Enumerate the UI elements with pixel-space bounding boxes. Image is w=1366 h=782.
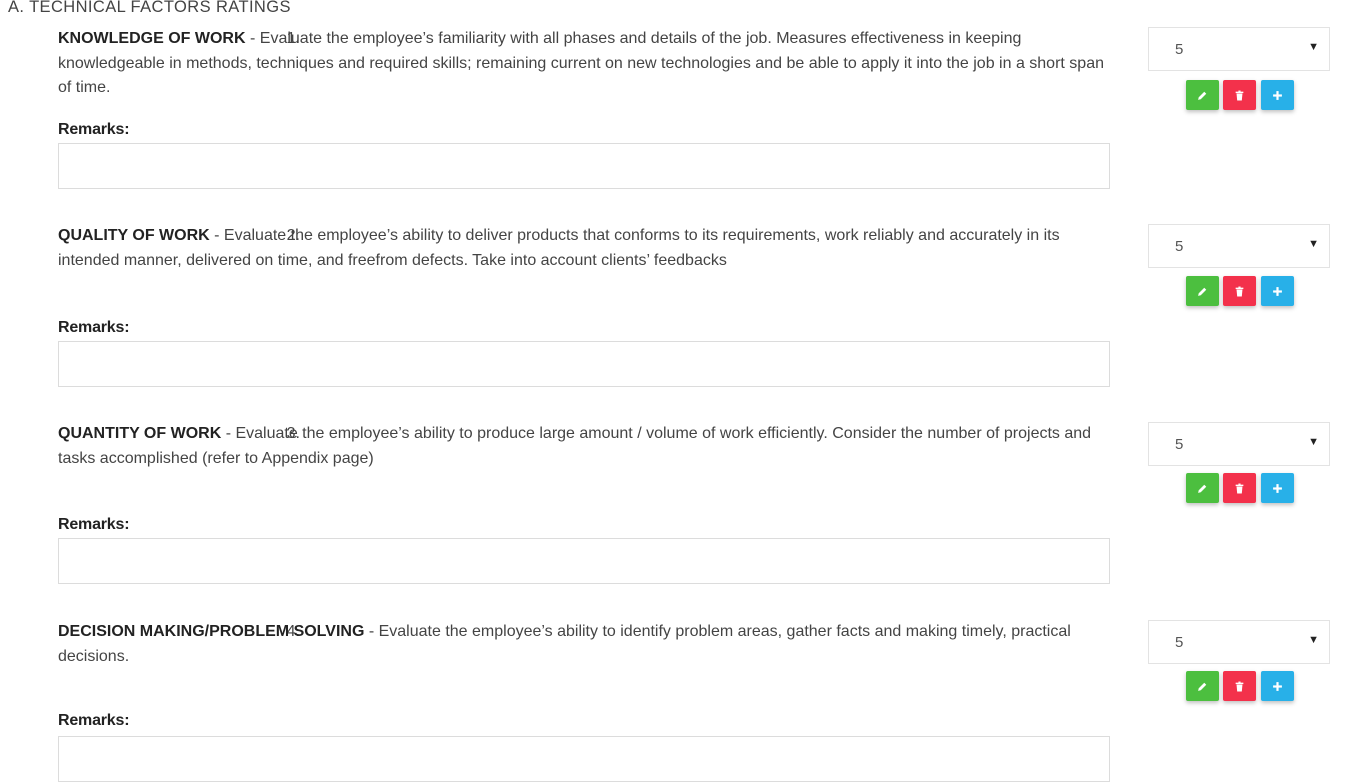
pencil-icon — [1198, 91, 1207, 100]
plus-icon — [1273, 90, 1282, 100]
item-description-block: KNOWLEDGE OF WORK - Evaluate the employe… — [58, 27, 1118, 101]
plus-icon — [1273, 483, 1282, 493]
item-description-block: QUALITY OF WORK - Evaluate the employee’… — [58, 224, 1118, 273]
item-title: DECISION MAKING/PROBLEM SOLVING — [58, 623, 365, 640]
trash-icon — [1235, 681, 1244, 691]
rating-select[interactable]: 5 ▼ — [1148, 224, 1330, 268]
rating-select[interactable]: 5 ▼ — [1148, 27, 1330, 71]
add-button[interactable] — [1261, 80, 1294, 110]
rating-value: 5 — [1175, 238, 1184, 255]
remarks-input[interactable] — [58, 341, 1110, 387]
edit-button[interactable] — [1186, 473, 1219, 503]
rating-value: 5 — [1175, 41, 1184, 58]
item-title: KNOWLEDGE OF WORK — [58, 30, 246, 47]
caret-down-icon: ▼ — [1308, 41, 1319, 53]
delete-button[interactable] — [1223, 276, 1256, 306]
add-button[interactable] — [1261, 276, 1294, 306]
pencil-icon — [1198, 484, 1207, 493]
remarks-input[interactable] — [58, 538, 1110, 584]
section-title: A. TECHNICAL FACTORS RATINGS — [8, 0, 291, 16]
add-button[interactable] — [1261, 473, 1294, 503]
rating-select[interactable]: 5 ▼ — [1148, 422, 1330, 466]
item-description-block: DECISION MAKING/PROBLEM SOLVING - Evalua… — [58, 620, 1118, 669]
pencil-icon — [1198, 682, 1207, 691]
edit-button[interactable] — [1186, 276, 1219, 306]
remarks-label: Remarks: — [58, 319, 130, 336]
trash-icon — [1235, 483, 1244, 493]
edit-button[interactable] — [1186, 80, 1219, 110]
caret-down-icon: ▼ — [1308, 436, 1319, 448]
rating-select[interactable]: 5 ▼ — [1148, 620, 1330, 664]
item-description-block: QUANTITY OF WORK - Evaluate the employee… — [58, 422, 1118, 471]
caret-down-icon: ▼ — [1308, 238, 1319, 250]
remarks-input[interactable] — [58, 736, 1110, 782]
rating-value: 5 — [1175, 436, 1184, 453]
item-title: QUANTITY OF WORK — [58, 425, 222, 442]
add-button[interactable] — [1261, 671, 1294, 701]
rating-value: 5 — [1175, 634, 1184, 651]
trash-icon — [1235, 286, 1244, 296]
remarks-input[interactable] — [58, 143, 1110, 189]
delete-button[interactable] — [1223, 671, 1256, 701]
plus-icon — [1273, 681, 1282, 691]
delete-button[interactable] — [1223, 473, 1256, 503]
caret-down-icon: ▼ — [1308, 634, 1319, 646]
item-title: QUALITY OF WORK — [58, 227, 210, 244]
plus-icon — [1273, 286, 1282, 296]
remarks-label: Remarks: — [58, 516, 130, 533]
edit-button[interactable] — [1186, 671, 1219, 701]
remarks-label: Remarks: — [58, 712, 130, 729]
trash-icon — [1235, 90, 1244, 100]
delete-button[interactable] — [1223, 80, 1256, 110]
pencil-icon — [1198, 287, 1207, 296]
remarks-label: Remarks: — [58, 121, 130, 138]
